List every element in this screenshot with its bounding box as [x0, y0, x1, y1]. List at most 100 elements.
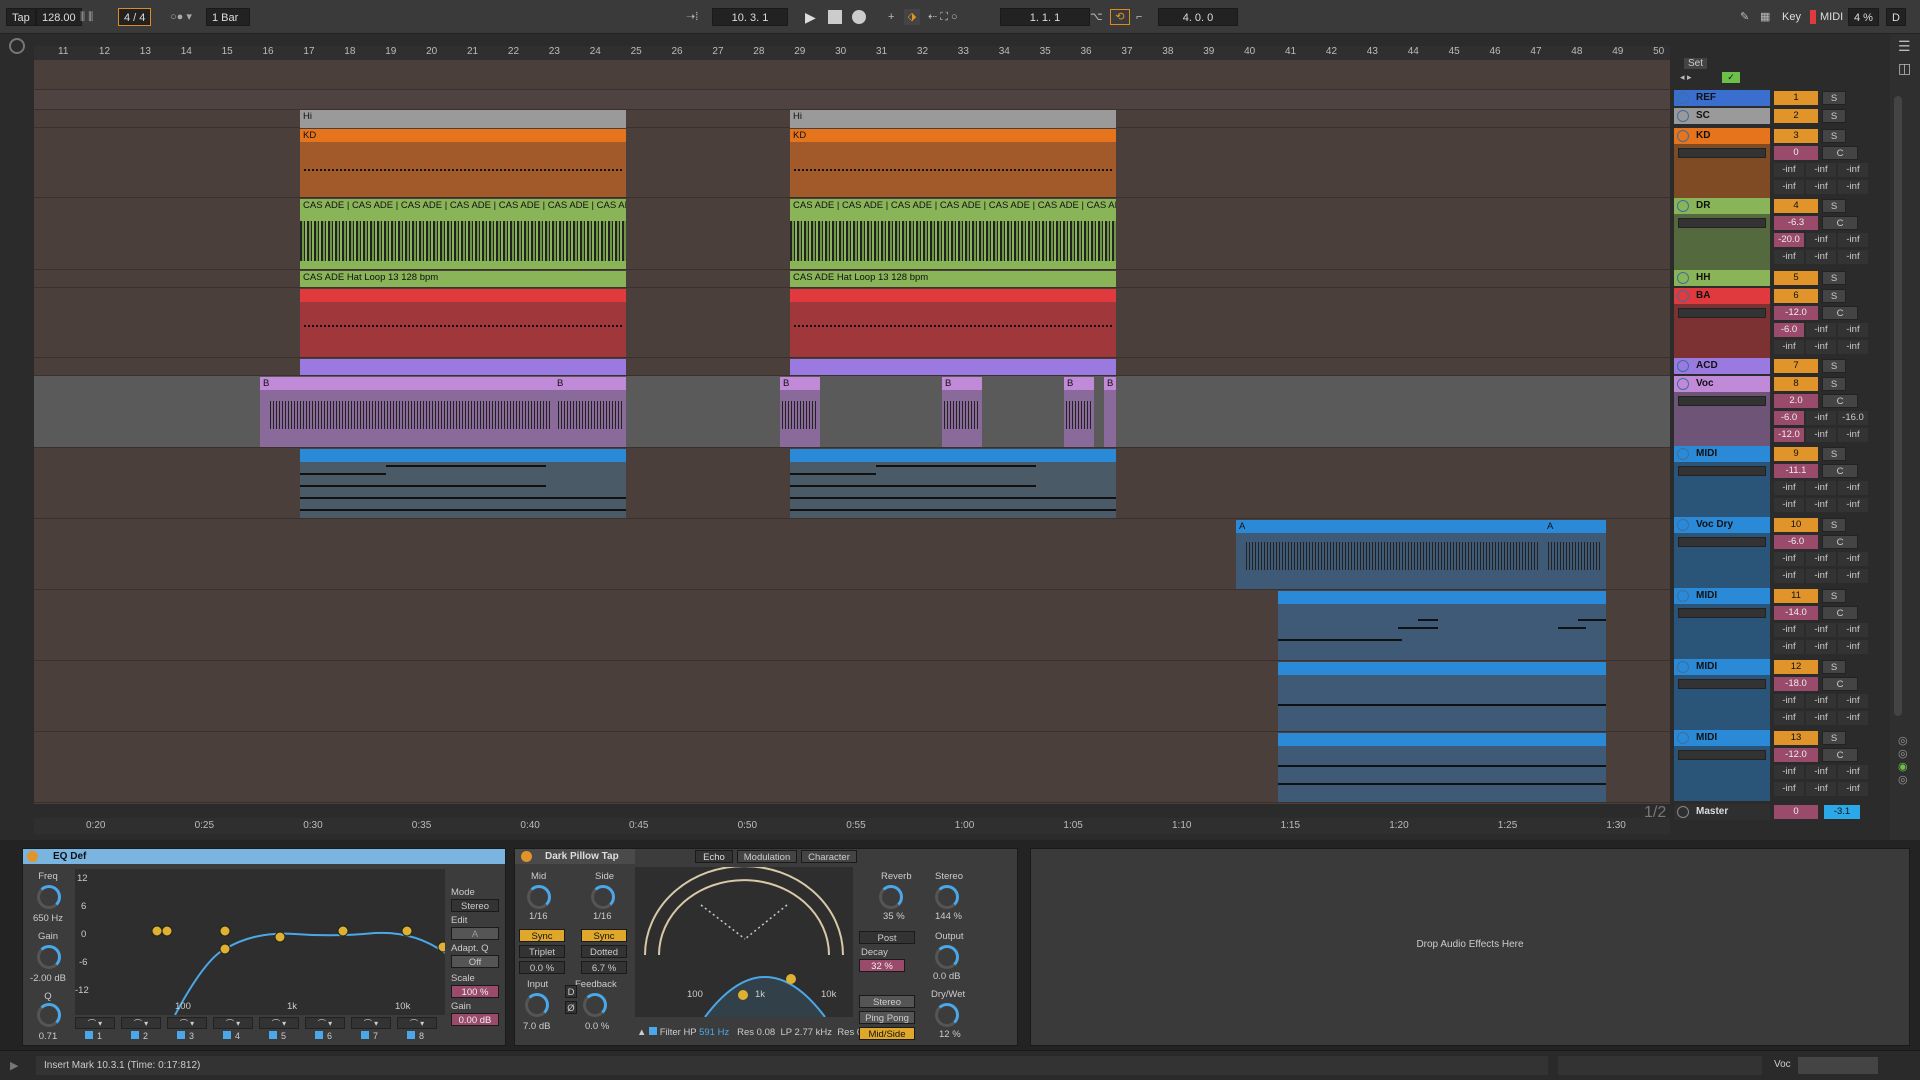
track-header-midi[interactable]: MIDI: [1674, 446, 1770, 462]
send-value[interactable]: -6.0: [1774, 323, 1804, 337]
echo-display[interactable]: 100 1k 10k: [635, 865, 853, 1018]
input-slot[interactable]: [1678, 396, 1766, 406]
track-fold-icon[interactable]: [1677, 806, 1689, 818]
band-toggle-icon[interactable]: [223, 1031, 231, 1039]
tab-echo[interactable]: Echo: [695, 850, 733, 863]
send-value[interactable]: -inf: [1774, 498, 1804, 512]
band-toggle-icon[interactable]: [315, 1031, 323, 1039]
send-value[interactable]: -inf: [1774, 340, 1804, 354]
io-icon[interactable]: ◎ ◎ ◉ ◎: [1898, 734, 1908, 786]
output-value[interactable]: 0.0 dB: [933, 971, 960, 982]
track-fold-icon[interactable]: [1677, 130, 1689, 142]
band-toggle-icon[interactable]: [177, 1031, 185, 1039]
quantize-select[interactable]: 1 Bar: [206, 8, 250, 26]
gain-out-value[interactable]: 0.00 dB: [451, 1013, 499, 1026]
scrollbar[interactable]: [1894, 96, 1902, 716]
tap-button[interactable]: Tap: [6, 8, 36, 26]
track-fold-icon[interactable]: [1677, 661, 1689, 673]
volume-value[interactable]: -6.0: [1774, 535, 1818, 549]
clip-acd[interactable]: [300, 359, 626, 375]
side-mode-select[interactable]: Dotted: [581, 945, 627, 958]
band-toggle-icon[interactable]: [361, 1031, 369, 1039]
clip-voc[interactable]: B: [1104, 377, 1116, 447]
track-header-acd[interactable]: ACD: [1674, 358, 1770, 374]
clip-acd[interactable]: [790, 359, 1116, 375]
q-knob[interactable]: [37, 1003, 61, 1027]
send-value[interactable]: -inf: [1806, 323, 1836, 337]
adapt-q-button[interactable]: Off: [451, 955, 499, 968]
send-value[interactable]: -inf: [1806, 428, 1836, 442]
track-number[interactable]: 9: [1774, 447, 1818, 461]
mid-knob[interactable]: [527, 885, 551, 909]
track-fold-icon[interactable]: [1677, 360, 1689, 372]
eq-eight-device[interactable]: EQ Def Freq 650 Hz Gain -2.00 dB Q 0.71 …: [22, 848, 506, 1046]
band-toggle-icon[interactable]: [85, 1031, 93, 1039]
input-value[interactable]: 7.0 dB: [523, 1021, 550, 1032]
send-value[interactable]: -20.0: [1774, 233, 1804, 247]
loop-start-field[interactable]: 1. 1. 1: [1000, 8, 1090, 26]
volume-value[interactable]: -11.1: [1774, 464, 1818, 478]
send-value[interactable]: -inf: [1838, 428, 1868, 442]
crossfade-button[interactable]: C: [1822, 677, 1858, 691]
clip-ba[interactable]: [790, 289, 1116, 357]
filter-shape-icon[interactable]: ⌒ ▾: [259, 1017, 299, 1029]
filter-shape-icon[interactable]: ⌒ ▾: [305, 1017, 345, 1029]
track-header-voc[interactable]: Voc: [1674, 376, 1770, 392]
clip-kd[interactable]: KD: [790, 129, 1116, 197]
filter-lp[interactable]: LP 2.77 kHz: [780, 1027, 832, 1038]
gain-value[interactable]: -2.00 dB: [25, 973, 71, 984]
track-number[interactable]: 4: [1774, 199, 1818, 213]
band-toggle-icon[interactable]: [269, 1031, 277, 1039]
crossfade-button[interactable]: C: [1822, 306, 1858, 320]
send-value[interactable]: -inf: [1838, 340, 1868, 354]
side-value[interactable]: 1/16: [593, 911, 612, 922]
send-value[interactable]: -inf: [1806, 623, 1836, 637]
track-header-ba[interactable]: BA: [1674, 288, 1770, 304]
reverb-knob[interactable]: [879, 885, 903, 909]
crossfade-button[interactable]: C: [1822, 748, 1858, 762]
send-value[interactable]: -inf: [1838, 711, 1868, 725]
feedback-value[interactable]: 0.0 %: [585, 1021, 609, 1032]
punch-in-icon[interactable]: ⌥: [1090, 8, 1103, 26]
eq-band-2[interactable]: ⌒ ▾ 2: [121, 1017, 161, 1045]
tempo-field[interactable]: 128.00: [36, 8, 82, 26]
drop-area[interactable]: Drop Audio Effects Here: [1030, 848, 1910, 1046]
clip-hh[interactable]: CAS ADE Hat Loop 13 128 bpm: [790, 271, 1116, 287]
track-fold-icon[interactable]: [1677, 732, 1689, 744]
freq-value[interactable]: 650 Hz: [27, 913, 69, 924]
crossfade-button[interactable]: C: [1822, 394, 1858, 408]
filter-shape-icon[interactable]: ⌒ ▾: [213, 1017, 253, 1029]
track-header-voc-dry[interactable]: Voc Dry: [1674, 517, 1770, 533]
send-value[interactable]: -inf: [1838, 498, 1868, 512]
automation-arm-icon[interactable]: ⬗: [904, 9, 920, 25]
send-value[interactable]: -inf: [1838, 250, 1868, 264]
device-power-icon[interactable]: [27, 851, 38, 862]
send-value[interactable]: -inf: [1806, 552, 1836, 566]
volume-value[interactable]: 2.0: [1774, 394, 1818, 408]
send-value[interactable]: -inf: [1838, 233, 1868, 247]
send-value[interactable]: -inf: [1774, 694, 1804, 708]
filter-shape-icon[interactable]: ⌒ ▾: [121, 1017, 161, 1029]
set-arrows-icon[interactable]: ◂ ▸: [1680, 72, 1692, 83]
eq-band-7[interactable]: ⌒ ▾ 7: [351, 1017, 391, 1045]
clip-hh[interactable]: CAS ADE Hat Loop 13 128 bpm: [300, 271, 626, 287]
song-position-field[interactable]: 10. 3. 1: [712, 8, 788, 26]
send-value[interactable]: -inf: [1806, 782, 1836, 796]
edit-button[interactable]: A: [451, 927, 499, 940]
send-value[interactable]: -inf: [1806, 481, 1836, 495]
solo-button[interactable]: S: [1822, 518, 1846, 532]
clip-midi-9[interactable]: [300, 449, 626, 518]
input-slot[interactable]: [1678, 466, 1766, 476]
clip-ba[interactable]: [300, 289, 626, 357]
post-select[interactable]: Post: [859, 931, 915, 944]
clip-midi-12[interactable]: [1278, 662, 1606, 731]
track-number[interactable]: 6: [1774, 289, 1818, 303]
clip-midi-11[interactable]: [1278, 591, 1606, 660]
solo-button[interactable]: S: [1822, 731, 1846, 745]
beat-ruler[interactable]: 11 12 13 14 15 16 17 18 19 20 21 22 23 24 25 26 27 28 29 30…: [34, 46, 1670, 60]
track-fold-icon[interactable]: [1677, 290, 1689, 302]
filter-shape-icon[interactable]: ⌒ ▾: [397, 1017, 437, 1029]
eq-graph[interactable]: 12 6 0 -6 -12 100 1k 10k: [75, 869, 445, 1015]
clip-voc[interactable]: B: [780, 377, 820, 447]
reverb-value[interactable]: 35 %: [883, 911, 905, 922]
